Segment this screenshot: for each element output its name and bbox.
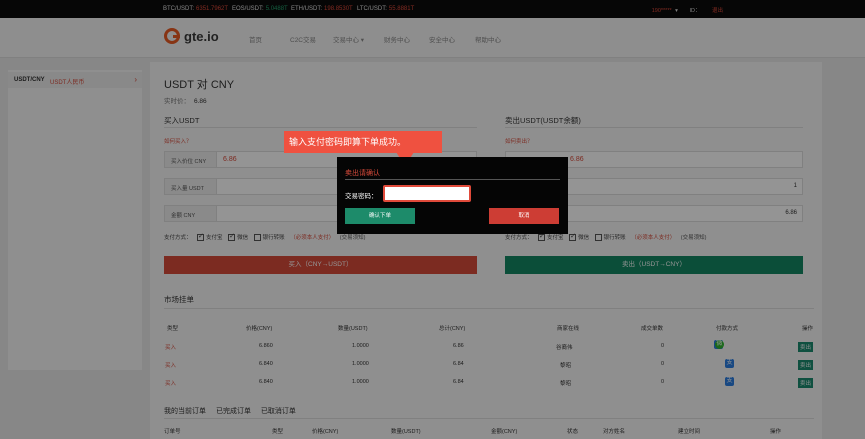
confirm-order-button[interactable]: 确认下单 [345, 208, 415, 224]
dialog-title: 卖出请确认 [345, 170, 380, 177]
sell-confirm-dialog: 卖出请确认 交易密码： 确认下单 取消 [337, 157, 568, 234]
cancel-button[interactable]: 取消 [489, 208, 559, 224]
trade-password-input[interactable] [383, 185, 471, 202]
hint-tooltip: 输入支付密码即算下单成功。 [284, 131, 442, 153]
trade-password-label: 交易密码： [345, 193, 378, 200]
divider [345, 179, 560, 180]
